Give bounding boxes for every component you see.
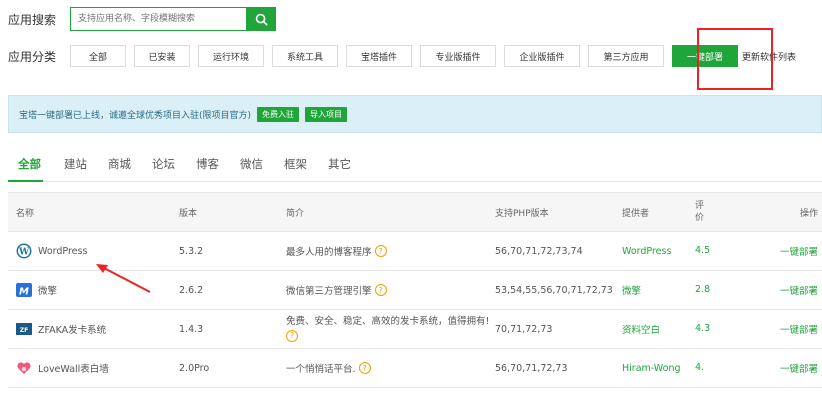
app-version: 2.6.2 bbox=[179, 284, 204, 296]
help-icon[interactable]: ? bbox=[374, 245, 387, 257]
svg-text:M: M bbox=[19, 286, 29, 297]
update-software-list-link[interactable]: 更新软件列表 bbox=[742, 50, 796, 63]
header-desc: 简介 bbox=[286, 208, 305, 219]
deploy-button[interactable]: 一键部署 bbox=[780, 271, 818, 309]
header-op: 操作 bbox=[799, 208, 818, 219]
category-label: 应用分类 bbox=[8, 49, 57, 64]
tab-blog[interactable]: 博客 bbox=[196, 150, 219, 182]
search-input[interactable] bbox=[70, 7, 246, 31]
search-button[interactable] bbox=[246, 7, 276, 31]
category-third-party-button[interactable]: 第三方应用 bbox=[588, 45, 664, 67]
category-one-click-deploy-button[interactable]: 一键部署 bbox=[672, 45, 738, 67]
app-name: 微擎 bbox=[38, 286, 58, 297]
help-icon[interactable]: ? bbox=[358, 362, 371, 374]
app-desc: 微信第三方管理引擎 bbox=[286, 286, 372, 297]
app-score: 2.8 bbox=[695, 284, 711, 295]
header-score: 评价 bbox=[695, 201, 705, 223]
app-php: 56,70,71,72,73 bbox=[495, 362, 568, 374]
category-enterprise-plugins-button[interactable]: 企业版插件 bbox=[504, 45, 580, 67]
app-version: 2.0Pro bbox=[179, 362, 210, 374]
zfaka-icon: ZF bbox=[16, 321, 32, 337]
table-row: W WordPress 5.3.2 最多人用的博客程序? 56,70,71,72… bbox=[8, 232, 822, 271]
app-desc: 一个悄悄话平台. bbox=[286, 364, 356, 375]
category-installed-button[interactable]: 已安装 bbox=[134, 45, 190, 67]
app-score: 4. bbox=[695, 362, 705, 373]
help-icon[interactable]: ? bbox=[374, 284, 387, 296]
app-provider-link[interactable]: Hiram-Wong bbox=[622, 349, 681, 387]
tab-mall[interactable]: 商城 bbox=[108, 150, 131, 182]
app-table: 名称 版本 简介 支持PHP版本 提供者 评价 操作 W WordPress 5… bbox=[8, 192, 822, 388]
search-icon bbox=[255, 13, 268, 26]
table-row: LoveWall表白墙 2.0Pro 一个悄悄话平台.? 56,70,71,72… bbox=[8, 349, 822, 388]
app-name: WordPress bbox=[38, 245, 88, 257]
svg-text:ZF: ZF bbox=[20, 327, 28, 334]
deploy-button[interactable]: 一键部署 bbox=[780, 232, 818, 270]
header-php: 支持PHP版本 bbox=[495, 208, 549, 219]
tab-framework[interactable]: 框架 bbox=[284, 150, 307, 182]
weiqing-icon: M bbox=[16, 282, 32, 298]
app-provider-link[interactable]: 微擎 bbox=[622, 271, 641, 309]
svg-text:W: W bbox=[18, 248, 30, 258]
tab-forum[interactable]: 论坛 bbox=[152, 150, 175, 182]
app-score: 4.3 bbox=[695, 323, 711, 334]
table-row: M 微擎 2.6.2 微信第三方管理引擎? 53,54,55,56,70,71,… bbox=[8, 271, 822, 310]
free-join-button[interactable]: 免费入驻 bbox=[257, 106, 300, 122]
category-row: 应用分类 全部 已安装 运行环境 系统工具 宝塔插件 专业版插件 企业版插件 第… bbox=[8, 44, 796, 68]
category-all-button[interactable]: 全部 bbox=[70, 45, 126, 67]
deploy-button[interactable]: 一键部署 bbox=[780, 310, 818, 348]
app-php: 53,54,55,56,70,71,72,73 bbox=[495, 284, 613, 296]
search-row: 应用搜索 bbox=[8, 6, 276, 32]
category-system-tools-button[interactable]: 系统工具 bbox=[272, 45, 338, 67]
category-pro-plugins-button[interactable]: 专业版插件 bbox=[420, 45, 496, 67]
app-version: 1.4.3 bbox=[179, 323, 204, 335]
type-tabs: 全部 建站 商城 论坛 博客 微信 框架 其它 bbox=[8, 150, 822, 182]
category-runtime-button[interactable]: 运行环境 bbox=[198, 45, 264, 67]
header-provider: 提供者 bbox=[622, 208, 650, 219]
header-version: 版本 bbox=[179, 208, 198, 219]
app-desc: 最多人用的博客程序 bbox=[286, 247, 372, 258]
app-desc: 免费、安全、稳定、高效的发卡系统，值得拥有! bbox=[286, 316, 490, 327]
tab-wechat[interactable]: 微信 bbox=[240, 150, 263, 182]
app-name: LoveWall表白墙 bbox=[38, 364, 109, 375]
help-icon[interactable]: ? bbox=[286, 330, 298, 342]
table-row: ZF ZFAKA发卡系统 1.4.3 免费、安全、稳定、高效的发卡系统，值得拥有… bbox=[8, 310, 822, 349]
category-bt-plugins-button[interactable]: 宝塔插件 bbox=[346, 45, 412, 67]
lovewall-icon bbox=[16, 360, 32, 376]
app-provider-link[interactable]: WordPress bbox=[622, 232, 671, 270]
header-name: 名称 bbox=[16, 208, 35, 219]
tab-website[interactable]: 建站 bbox=[64, 150, 87, 182]
tab-all[interactable]: 全部 bbox=[8, 150, 43, 182]
notice-banner: 宝塔一键部署已上线，诚邀全球优秀项目入驻(限项目官方) 免费入驻 导入项目 bbox=[8, 95, 822, 133]
tab-other[interactable]: 其它 bbox=[328, 150, 351, 182]
deploy-button[interactable]: 一键部署 bbox=[780, 349, 818, 387]
notice-text: 宝塔一键部署已上线，诚邀全球优秀项目入驻(限项目官方) bbox=[19, 110, 252, 121]
app-provider-link[interactable]: 资料空白 bbox=[622, 310, 660, 348]
app-score: 4.5 bbox=[695, 245, 711, 256]
app-php: 56,70,71,72,73,74 bbox=[495, 245, 583, 257]
app-php: 70,71,72,73 bbox=[495, 323, 553, 335]
search-label: 应用搜索 bbox=[8, 12, 57, 27]
app-name: ZFAKA发卡系统 bbox=[38, 325, 107, 336]
app-version: 5.3.2 bbox=[179, 245, 204, 257]
import-project-button[interactable]: 导入项目 bbox=[305, 106, 348, 122]
wordpress-icon: W bbox=[16, 243, 32, 259]
table-header: 名称 版本 简介 支持PHP版本 提供者 评价 操作 bbox=[8, 192, 822, 232]
